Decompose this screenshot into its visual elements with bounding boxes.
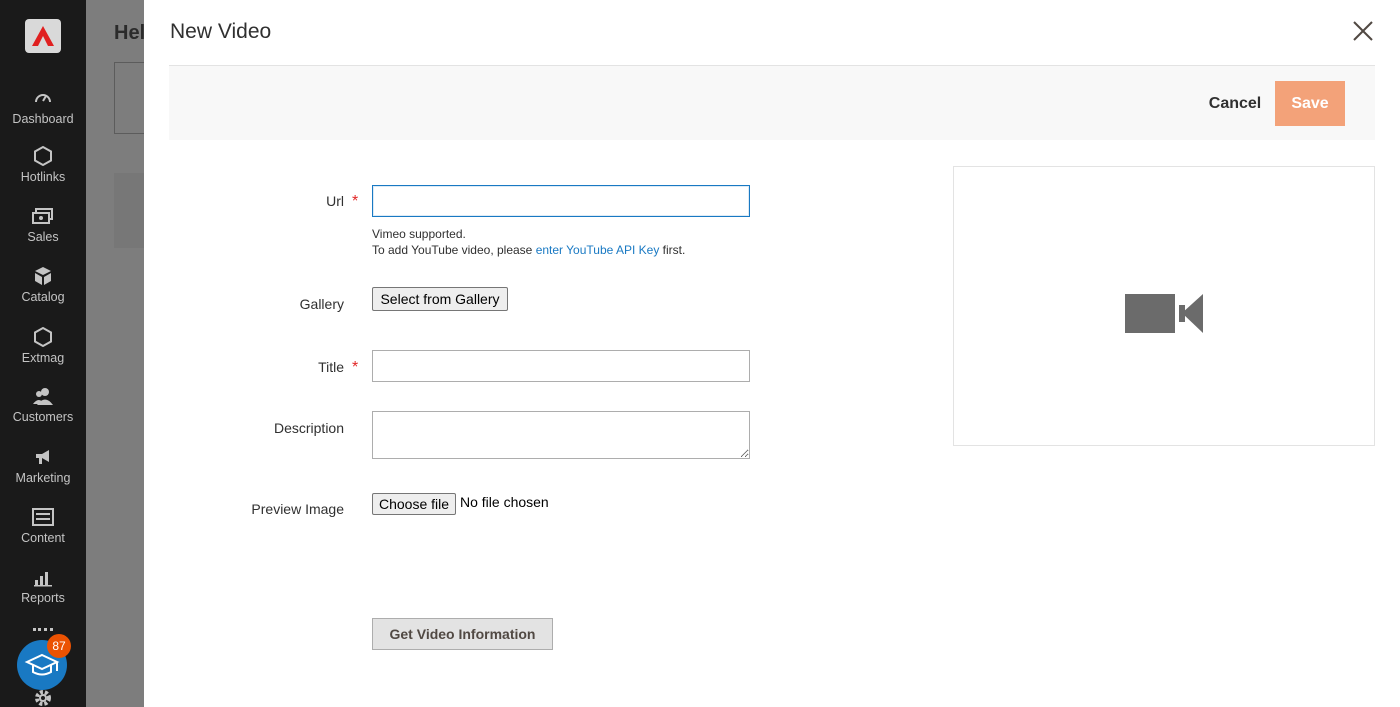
save-button[interactable]: Save [1275, 81, 1345, 126]
modal-actions-bar: Cancel Save [169, 65, 1375, 140]
gear-icon[interactable] [33, 688, 53, 707]
get-video-information-button[interactable]: Get Video Information [372, 618, 553, 650]
description-textarea[interactable] [372, 411, 750, 459]
modal-title: New Video [170, 20, 272, 43]
new-video-modal: New Video Cancel Save Url * Vimeo suppor… [144, 0, 1400, 707]
nav-label: Sales [27, 230, 59, 244]
nav-label: Hotlinks [20, 170, 66, 184]
title-input[interactable] [372, 350, 750, 382]
url-input[interactable] [372, 185, 750, 217]
youtube-api-key-link[interactable]: enter YouTube API Key [536, 243, 660, 257]
video-camera-icon [1125, 294, 1203, 333]
preview-image-label: Preview Image [251, 501, 344, 517]
title-label: Title [318, 359, 344, 375]
required-marker: * [352, 359, 359, 376]
layout-icon [0, 507, 86, 527]
nav-hotlinks[interactable]: Hotlinks [0, 145, 86, 198]
nav-marketing[interactable]: Marketing [0, 447, 86, 499]
hexagon-icon [0, 326, 86, 348]
nav-catalog[interactable]: Catalog [0, 266, 86, 318]
nav-reports[interactable]: Reports [0, 567, 86, 619]
nav-label: Content [21, 531, 65, 545]
url-note-prefix: To add YouTube video, please [372, 243, 536, 257]
dashboard-icon [0, 88, 86, 108]
close-icon[interactable] [1350, 18, 1376, 44]
url-note-line1: Vimeo supported. [372, 227, 466, 241]
url-label: Url [326, 193, 344, 209]
nav-label: Extmag [21, 351, 65, 365]
select-from-gallery-button[interactable]: Select from Gallery [372, 287, 508, 311]
megaphone-icon [0, 447, 86, 467]
description-label: Description [273, 420, 344, 436]
nav-customers[interactable]: Customers [0, 386, 86, 438]
logo[interactable] [25, 19, 61, 53]
nav-sales[interactable]: Sales [0, 206, 86, 258]
nav-label: Reports [21, 591, 65, 605]
nav-label: Marketing [15, 471, 71, 485]
cube-icon [0, 266, 86, 286]
admin-sidebar: Dashboard Hotlinks Sales Catalog Extmag … [0, 0, 86, 707]
nav-label: Customers [12, 410, 74, 424]
gallery-label: Gallery [299, 296, 344, 312]
nav-dashboard[interactable]: Dashboard [0, 88, 86, 140]
choose-file-button[interactable]: Choose file [372, 493, 456, 515]
nav-extmag[interactable]: Extmag [0, 326, 86, 379]
file-status-text: No file chosen [460, 494, 549, 510]
notification-badge: 87 [47, 634, 71, 658]
nav-label: Dashboard [12, 112, 74, 126]
required-marker: * [352, 193, 359, 210]
nav-label: Catalog [21, 290, 65, 304]
background-page-title: Hel [114, 22, 146, 44]
users-icon [0, 386, 86, 406]
cancel-button[interactable]: Cancel [1199, 81, 1271, 126]
url-note-suffix: first. [659, 243, 686, 257]
bar-chart-icon [0, 567, 86, 587]
hexagon-icon [0, 145, 86, 167]
nav-content[interactable]: Content [0, 507, 86, 559]
video-preview-placeholder [953, 166, 1375, 446]
money-icon [0, 206, 86, 226]
url-note-line2: To add YouTube video, please enter YouTu… [372, 243, 685, 257]
